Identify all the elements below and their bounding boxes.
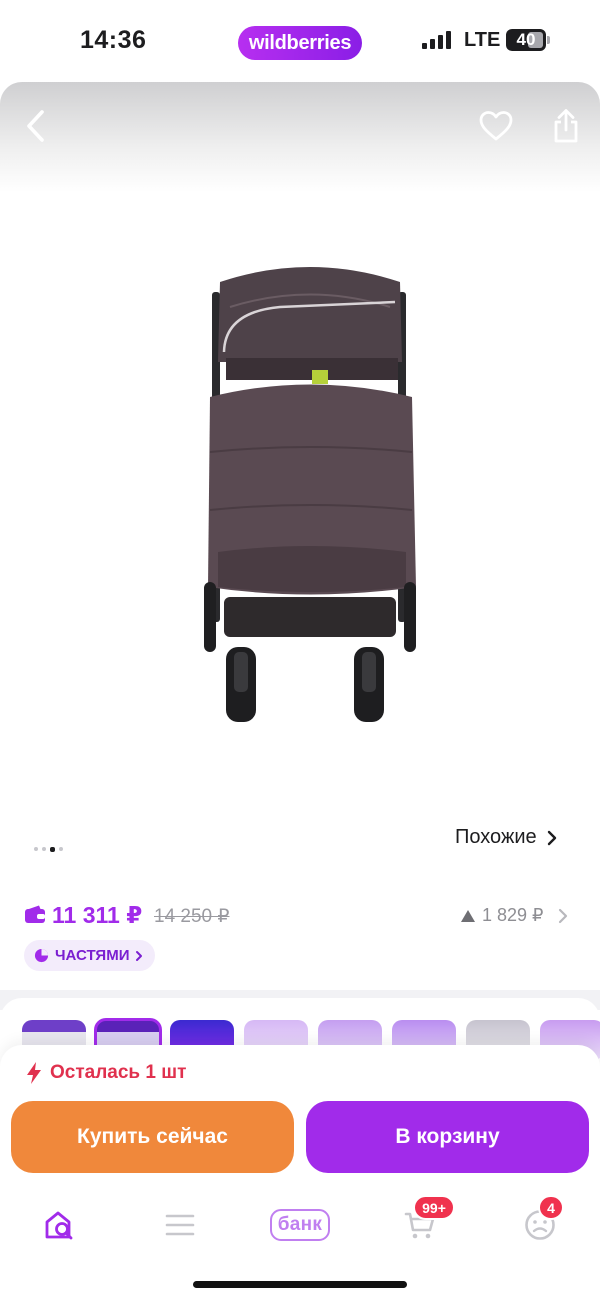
pagination-dot: [59, 847, 63, 851]
product-image[interactable]: [190, 252, 430, 772]
lightning-icon: [27, 1062, 41, 1084]
stock-label: Осталась 1 шт: [50, 1062, 187, 1083]
chevron-right-icon: [547, 830, 556, 845]
price-old: 14 250 ₽: [154, 906, 230, 927]
catalog-menu-icon: [165, 1214, 195, 1236]
add-to-cart-button[interactable]: В корзину: [306, 1101, 589, 1173]
pagination-dot: [42, 847, 46, 851]
network-label: LTE: [464, 29, 501, 51]
battery-tip: [547, 36, 550, 44]
bottom-tab-bar: банк 99+ 4: [0, 1195, 600, 1255]
cart-badge: 99+: [413, 1195, 455, 1220]
wallet-icon: [25, 905, 45, 923]
product-gallery[interactable]: [0, 82, 600, 802]
chevron-right-icon: [558, 908, 567, 923]
tab-home[interactable]: [30, 1195, 90, 1255]
profile-badge: 4: [538, 1195, 564, 1220]
home-indicator: [193, 1281, 407, 1288]
pagination-dot: [34, 847, 38, 851]
similar-label: Похожие: [455, 826, 537, 848]
stock-notice: Осталась 1 шт: [26, 1061, 186, 1085]
home-search-icon: [45, 1211, 73, 1240]
share-icon: [554, 109, 578, 143]
battery-level: 40: [516, 30, 536, 49]
pie-chart-icon: [34, 948, 49, 963]
battery-icon: 40: [506, 29, 546, 51]
product-screen: 14:36 wildberries LTE 40 Похожие 11 311 …: [0, 0, 600, 1300]
price-block: 11 311 ₽ 14 250 ₽ 1 829 ₽ ЧАСТЯМИ: [0, 880, 600, 990]
bank-icon: банк: [270, 1209, 330, 1241]
price-change-value: 1 829 ₽: [482, 905, 544, 925]
status-time: 14:36: [80, 26, 147, 54]
installments-label: ЧАСТЯМИ: [55, 947, 130, 964]
triangle-up-icon: [461, 909, 475, 922]
status-bar: 14:36 wildberries LTE 40: [0, 0, 600, 82]
wildberries-logo: wildberries: [238, 26, 362, 60]
installments-button[interactable]: ЧАСТЯМИ: [24, 940, 156, 971]
chevron-right-icon: [136, 950, 143, 961]
favorite-button[interactable]: [472, 102, 520, 150]
share-button[interactable]: [542, 102, 590, 150]
gallery-pagination: [34, 845, 63, 853]
signal-icon: [422, 31, 454, 49]
purchase-panel: Осталась 1 шт Купить сейчас В корзину ба…: [0, 1045, 600, 1300]
pagination-dot-active: [50, 846, 55, 852]
chevron-left-icon: [27, 110, 44, 142]
price-current: 11 311 ₽: [52, 902, 143, 928]
price-history-link[interactable]: 1 829 ₽: [460, 905, 570, 926]
back-button[interactable]: [12, 102, 60, 150]
similar-link[interactable]: Похожие: [455, 826, 557, 849]
heart-icon: [479, 111, 513, 141]
tab-catalog[interactable]: [150, 1195, 210, 1255]
buy-now-button[interactable]: Купить сейчас: [11, 1101, 294, 1173]
tab-bank[interactable]: банк: [270, 1195, 330, 1255]
